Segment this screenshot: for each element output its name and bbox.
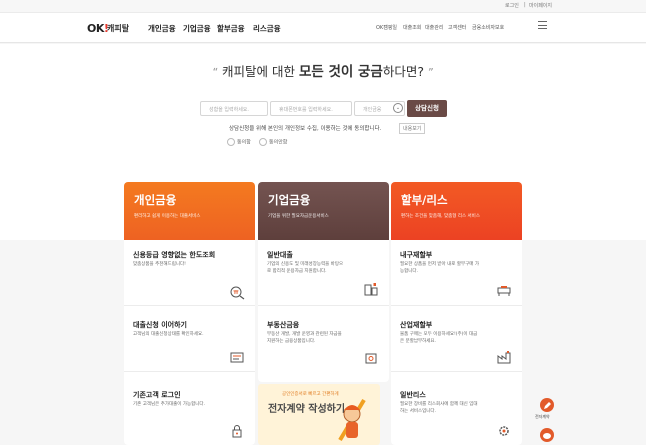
phone-input[interactable]: 휴대폰번호를 입력하세요. xyxy=(270,101,352,116)
document-icon xyxy=(230,352,244,363)
item-desc: 필요한 상품을 먼저 받아 내로 할부구매 가능합니다. xyxy=(400,262,479,274)
lock-icon xyxy=(232,425,242,438)
item-desc: 기업의 신용도 및 미래성장능력을 바탕으로 합리적 운용자금 지원합니다. xyxy=(267,262,344,274)
gnb-lease[interactable]: 리스금융 xyxy=(253,23,281,34)
logo-ok-text: OK xyxy=(87,22,104,35)
gnb-installment[interactable]: 할부금융 xyxy=(217,23,245,34)
item-desc: 맞춤상품을 추천해드립니다! xyxy=(133,262,186,267)
mypage-link[interactable]: 마이페이지 xyxy=(529,2,552,9)
promo-subtitle: 공인인증서로 빠르고 간편하게 xyxy=(282,392,339,397)
e-contract-banner[interactable]: 공인인증서로 빠르고 간편하게 전자계약 작성하기 xyxy=(258,384,380,445)
disagree-radio[interactable]: 동의안함 xyxy=(259,138,287,146)
item-title: 부동산금융 xyxy=(267,321,300,329)
snb-customer-center[interactable]: 고객센터 xyxy=(448,24,466,31)
fab-label: 전자계약 xyxy=(535,414,550,419)
card-subtitle: 편리하고 쉽게 이용하는 대출서비스 xyxy=(134,214,201,219)
money-icon xyxy=(365,353,377,364)
list-item[interactable]: 일반리스 필요한 장비를 리스회사에 함께 대신 임대하는 서비스입니다. xyxy=(391,372,522,445)
item-title: 신용등급 영향없는 한도조회 xyxy=(133,251,216,259)
item-title: 기존고객 로그인 xyxy=(133,391,181,399)
view-terms-button[interactable]: 내용보기 xyxy=(399,123,426,134)
item-title: 산업재할부 xyxy=(400,321,433,329)
installment-lease-header[interactable]: 할부/리스 편하는 조건을 맞춤해, 맞춤형 리스 서비스 xyxy=(391,182,522,240)
gnb-personal[interactable]: 개인금융 xyxy=(148,23,176,34)
item-title: 대출신청 이어하기 xyxy=(133,321,187,329)
svg-text:₩: ₩ xyxy=(234,290,239,296)
card-subtitle: 편하는 조건을 맞춤해, 맞춤형 리스 서비스 xyxy=(401,214,480,219)
chat-fab[interactable] xyxy=(540,428,554,442)
headline-bold: 모든 것이 궁금 xyxy=(298,64,383,80)
radio-icon xyxy=(227,138,235,146)
headline-post: 하다면? xyxy=(382,64,424,79)
item-desc: 고객님의 대출신청상태를 확인하세요. xyxy=(133,332,204,337)
building-icon xyxy=(364,283,378,296)
agree-label: 동의함 xyxy=(237,139,251,146)
factory-icon xyxy=(497,351,511,364)
sofa-icon xyxy=(497,286,511,296)
chevron-down-icon[interactable]: ⌄ xyxy=(393,103,403,113)
list-item[interactable]: 신용등급 영향없는 한도조회 맞춤상품을 추천해드립니다! ₩ xyxy=(124,240,255,306)
name-input[interactable]: 성함을 입력하세요. xyxy=(200,101,268,116)
list-item[interactable]: 내구재할부 필요한 상품을 먼저 받아 내로 할부구매 가능합니다. xyxy=(391,240,522,306)
installment-lease-card: 할부/리스 편하는 조건을 맞춤해, 맞춤형 리스 서비스 내구재할부 필요한 … xyxy=(391,182,522,445)
chat-icon xyxy=(543,433,551,439)
gnb-corporate[interactable]: 기업금융 xyxy=(183,23,211,34)
item-title: 내구재할부 xyxy=(400,251,433,259)
item-desc: 필요한 장비를 리스회사에 함께 대신 임대하는 서비스입니다. xyxy=(400,402,478,414)
corporate-finance-card: 기업금융 기업을 위한 필요자금운용서비스 일반대출 기업의 신용도 및 미래성… xyxy=(258,182,389,382)
headline-pre: 캐피탈에 대한 xyxy=(221,64,299,79)
quote-open: “ xyxy=(212,66,218,79)
pen-icon xyxy=(544,402,551,409)
apply-button[interactable]: 상담신청 xyxy=(407,100,447,117)
radio-icon xyxy=(259,138,267,146)
e-contract-fab[interactable] xyxy=(540,398,554,412)
snb-consumer-protection[interactable]: 금융소비자보호 xyxy=(472,24,504,31)
personal-finance-card: 개인금융 편리하고 쉽게 이용하는 대출서비스 신용등급 영향없는 한도조회 맞… xyxy=(124,182,255,445)
corporate-finance-header[interactable]: 기업금융 기업을 위한 필요자금운용서비스 xyxy=(258,182,389,240)
divider: | xyxy=(524,2,526,8)
item-desc: 부동산 개발, 개발 운영과 관련된 자금을 지원하는 금융상품입니다. xyxy=(267,332,342,344)
item-desc: 물품 구매는 모두 이용하세요!(주)이 대금은 분할납부하세요. xyxy=(400,332,478,344)
item-desc: 기존 고객님은 추가대출이 가능합니다. xyxy=(133,402,205,407)
logo-mark: OK! xyxy=(87,22,109,35)
list-item[interactable]: 부동산금융 부동산 개발, 개발 운영과 관련된 자금을 지원하는 금융상품입니… xyxy=(258,306,389,382)
utility-bar: 로그인 | 마이페이지 xyxy=(0,0,646,13)
card-title: 기업금융 xyxy=(268,193,311,207)
login-link[interactable]: 로그인 xyxy=(505,2,519,9)
disagree-label: 동의안함 xyxy=(269,139,288,146)
hero-headline: “ 캐피탈에 대한 모든 것이 궁금하다면? ” xyxy=(0,60,646,80)
snb-loan-manage[interactable]: 대출관리 xyxy=(425,24,443,31)
card-title: 할부/리스 xyxy=(401,193,448,207)
snb-loan-inquiry[interactable]: 대출조회 xyxy=(403,24,421,31)
gear-icon xyxy=(499,426,509,436)
card-title: 개인금융 xyxy=(134,193,177,207)
list-item[interactable]: 산업재할부 물품 구매는 모두 이용하세요!(주)이 대금은 분할납부하세요. xyxy=(391,306,522,372)
logo-name: 캐피탈 xyxy=(107,24,130,33)
menu-icon[interactable] xyxy=(538,21,547,29)
mascot-illustration xyxy=(338,398,366,442)
search-won-icon: ₩ xyxy=(230,286,245,300)
item-title: 일반대출 xyxy=(267,251,293,259)
quote-close: ” xyxy=(427,66,434,79)
list-item[interactable]: 대출신청 이어하기 고객님의 대출신청상태를 확인하세요. xyxy=(124,306,255,372)
consent-text: 상담신청을 위해 본인의 개인정보 수집, 이용하는 것에 동의합니다. xyxy=(229,126,382,132)
promo-title: 전자계약 작성하기 xyxy=(268,404,346,415)
header: OK! 캐피탈 개인금융 기업금융 할부금융 리스금융 OK캠핑일 대출조회 대… xyxy=(0,13,646,43)
personal-finance-header[interactable]: 개인금융 편리하고 쉽게 이용하는 대출서비스 xyxy=(124,182,255,240)
list-item[interactable]: 기존고객 로그인 기존 고객님은 추가대출이 가능합니다. xyxy=(124,372,255,445)
agree-radio[interactable]: 동의함 xyxy=(227,138,251,146)
card-subtitle: 기업을 위한 필요자금운용서비스 xyxy=(268,214,329,219)
list-item[interactable]: 일반대출 기업의 신용도 및 미래성장능력을 바탕으로 합리적 운용자금 지원합… xyxy=(258,240,389,306)
item-title: 일반리스 xyxy=(400,391,426,399)
snb-ok[interactable]: OK캠핑일 xyxy=(376,24,397,31)
